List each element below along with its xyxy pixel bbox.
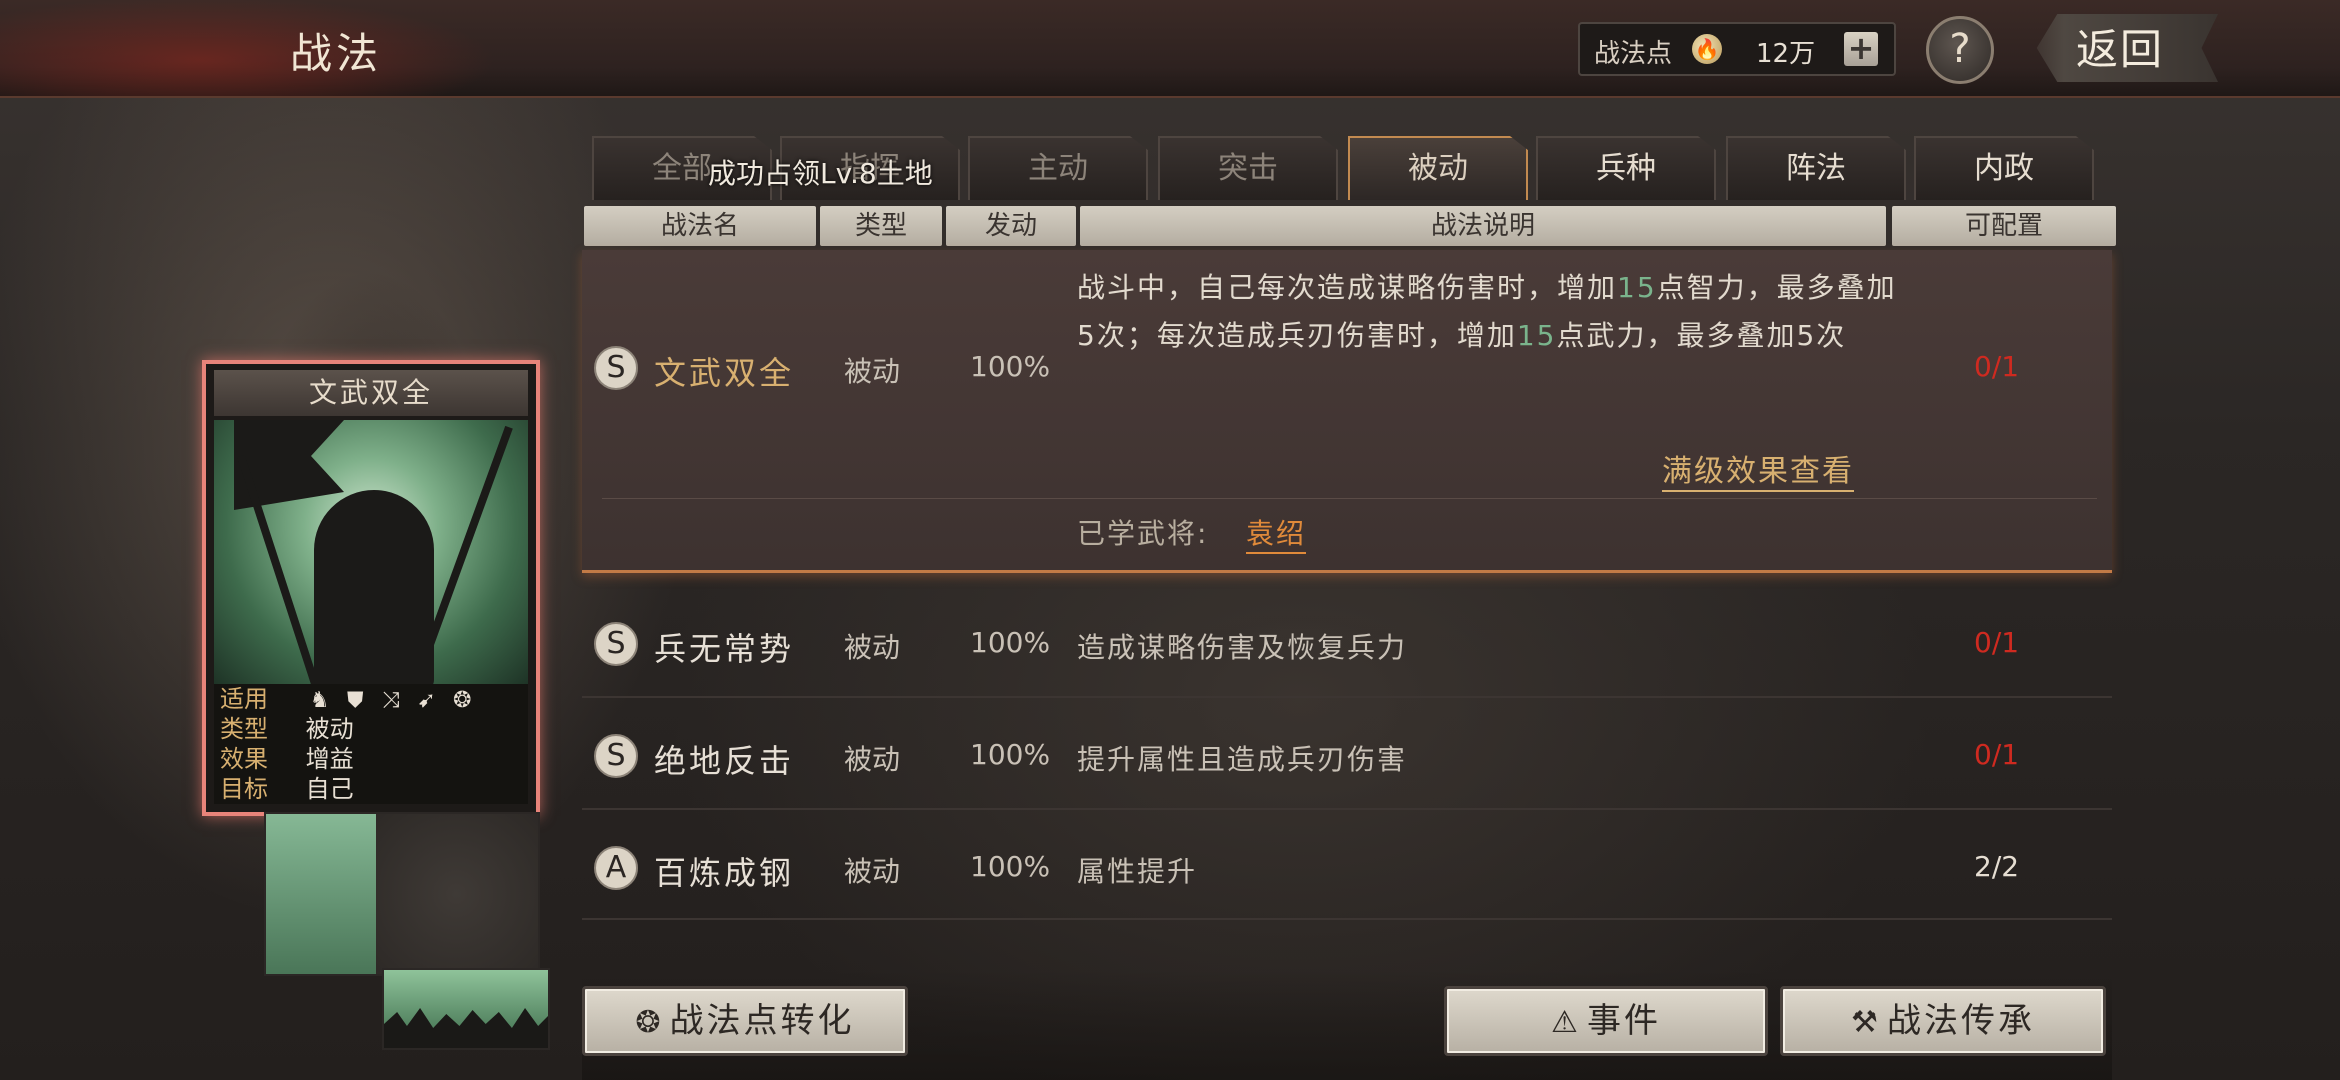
card-artwork bbox=[214, 420, 528, 684]
target-value: 自己 bbox=[305, 775, 354, 803]
alert-icon: ⚠ bbox=[1551, 1005, 1581, 1040]
col-header-config[interactable]: 可配置 bbox=[1892, 206, 2116, 246]
tactic-config-count: 0/1 bbox=[1974, 738, 2020, 771]
grade-badge: S bbox=[594, 734, 638, 778]
back-button[interactable]: 返回 bbox=[2076, 16, 2164, 77]
desc-part: 战斗中，自己每次造成谋略伤害时，增加 bbox=[1077, 271, 1618, 304]
desc-highlight: 15 bbox=[1516, 319, 1557, 352]
row-divider bbox=[582, 918, 2112, 920]
convert-points-button[interactable]: ❂ 战法点转化 bbox=[582, 986, 908, 1056]
row-divider bbox=[582, 696, 2112, 698]
tactic-row-expanded[interactable]: S 文武双全 被动 100% 0/1 战斗中，自己每次造成谋略伤害时，增加15点… bbox=[582, 250, 2112, 573]
tactic-card[interactable]: 文武双全 适用 ♞ ⛊ ⤨ ➹ ❂ 类型 被动 效果 增益 目标 自己 bbox=[202, 360, 540, 816]
help-button[interactable]: ? bbox=[1926, 16, 1994, 84]
page-title: 战法 bbox=[290, 29, 383, 78]
card-effect-row: 效果 增益 bbox=[220, 744, 354, 774]
effect-value: 增益 bbox=[305, 745, 354, 773]
tactic-name: 文武双全 bbox=[654, 354, 795, 392]
tactic-row[interactable]: A 百炼成钢 被动 100% 属性提升 2/2 bbox=[582, 846, 2112, 906]
learned-general-link[interactable]: 袁绍 bbox=[1246, 512, 1307, 554]
tactic-rate: 100% bbox=[970, 738, 1051, 771]
card-apply-row: 适用 ♞ ⛊ ⤨ ➹ ❂ bbox=[220, 684, 476, 714]
col-header-type[interactable]: 类型 bbox=[820, 206, 942, 246]
col-header-desc: 战法说明 bbox=[1080, 206, 1886, 246]
tactic-name: 绝地反击 bbox=[654, 742, 795, 780]
divider bbox=[602, 498, 2097, 499]
grade-badge: S bbox=[594, 622, 638, 666]
desc-highlight: 15 bbox=[1617, 271, 1657, 304]
stacked-card bbox=[264, 812, 540, 976]
card-info: 适用 ♞ ⛊ ⤨ ➹ ❂ 类型 被动 效果 增益 目标 自己 bbox=[214, 684, 528, 804]
tactic-name: 兵无常势 bbox=[654, 630, 795, 668]
desc-part: 点武力，最多叠加5次 bbox=[1556, 319, 1847, 352]
tab-assault[interactable]: 突击 bbox=[1158, 136, 1338, 200]
target-label: 目标 bbox=[220, 775, 268, 803]
tactic-config-count: 0/1 bbox=[1974, 350, 2020, 383]
tactic-rate: 100% bbox=[970, 626, 1051, 659]
events-label: 事件 bbox=[1586, 1001, 1661, 1041]
tab-troop[interactable]: 兵种 bbox=[1536, 136, 1716, 200]
tactic-description: 提升属性且造成兵刃伤害 bbox=[1077, 743, 1408, 776]
tactic-rate: 100% bbox=[970, 350, 1051, 383]
tab-active[interactable]: 主动 bbox=[968, 136, 1148, 200]
events-button[interactable]: ⚠ 事件 bbox=[1444, 986, 1768, 1056]
title-glow bbox=[0, 0, 800, 96]
type-label: 类型 bbox=[220, 715, 268, 743]
tactic-points-value: 12万 bbox=[1756, 39, 1816, 69]
tactic-type: 被动 bbox=[844, 631, 901, 664]
grade-badge: S bbox=[594, 346, 638, 390]
tactic-config-count: 0/1 bbox=[1974, 626, 2020, 659]
wheel-icon: ❂ bbox=[452, 688, 472, 713]
crowd-silhouette bbox=[384, 1008, 548, 1048]
tactic-points-label: 战法点 bbox=[1594, 39, 1673, 69]
shield-icon: ⛊ bbox=[347, 688, 364, 713]
convert-label: 战法点转化 bbox=[669, 1001, 855, 1041]
effect-label: 效果 bbox=[220, 745, 268, 773]
col-header-rate[interactable]: 发动 bbox=[946, 206, 1076, 246]
tactic-type: 被动 bbox=[844, 855, 901, 888]
tactic-row[interactable]: S 绝地反击 被动 100% 提升属性且造成兵刃伤害 0/1 bbox=[582, 734, 2112, 794]
tactic-type: 被动 bbox=[844, 743, 901, 776]
tactic-description: 属性提升 bbox=[1077, 855, 1198, 888]
card-title: 文武双全 bbox=[214, 370, 528, 416]
type-value: 被动 bbox=[305, 715, 354, 743]
inherit-label: 战法传承 bbox=[1886, 1001, 2035, 1041]
row-divider bbox=[582, 808, 2112, 810]
notification-toast: 成功占领Lv.8土地 bbox=[708, 157, 933, 190]
cavalry-icon: ♞ bbox=[309, 688, 330, 713]
tab-internal[interactable]: 内政 bbox=[1914, 136, 2094, 200]
learned-generals-label: 已学武将: bbox=[1077, 517, 1209, 550]
inherit-tactic-button[interactable]: ⚒ 战法传承 bbox=[1780, 986, 2106, 1056]
tab-passive[interactable]: 被动 bbox=[1348, 136, 1528, 200]
tactic-description: 战斗中，自己每次造成谋略伤害时，增加15点智力，最多叠加5次；每次造成兵刃伤害时… bbox=[1077, 264, 1897, 360]
add-points-button[interactable]: + bbox=[1844, 32, 1878, 66]
stacked-card bbox=[382, 968, 550, 1050]
tactic-rate: 100% bbox=[970, 850, 1051, 883]
tactic-row[interactable]: S 兵无常势 被动 100% 造成谋略伤害及恢复兵力 0/1 bbox=[582, 622, 2112, 682]
tactic-config-count: 2/2 bbox=[1974, 850, 2020, 883]
sword-shape bbox=[423, 425, 513, 655]
tactic-description: 造成谋略伤害及恢复兵力 bbox=[1077, 631, 1408, 664]
bow-icon: ⤨ bbox=[382, 688, 400, 713]
col-header-name[interactable]: 战法名 bbox=[584, 206, 816, 246]
tactic-type: 被动 bbox=[844, 355, 901, 388]
tab-formation[interactable]: 阵法 bbox=[1726, 136, 1906, 200]
general-figure bbox=[314, 490, 434, 684]
card-target-row: 目标 自己 bbox=[220, 774, 354, 804]
flame-icon: ❂ bbox=[635, 1005, 664, 1040]
grade-badge: A bbox=[594, 846, 638, 890]
unit-icons: ♞ ⛊ ⤨ ➹ ❂ bbox=[306, 684, 477, 716]
card-art-strip bbox=[266, 814, 376, 974]
apply-label: 适用 bbox=[220, 685, 268, 713]
full-effect-link[interactable]: 满级效果查看 bbox=[1662, 446, 1854, 492]
flame-coin-icon: 🔥 bbox=[1692, 34, 1722, 64]
tactic-points-display: 战法点 🔥 12万 + bbox=[1578, 22, 1896, 76]
hammer-icon: ⚒ bbox=[1851, 1005, 1881, 1040]
card-type-row: 类型 被动 bbox=[220, 714, 354, 744]
tactic-name: 百炼成钢 bbox=[654, 854, 795, 892]
spear-icon: ➹ bbox=[417, 688, 436, 713]
